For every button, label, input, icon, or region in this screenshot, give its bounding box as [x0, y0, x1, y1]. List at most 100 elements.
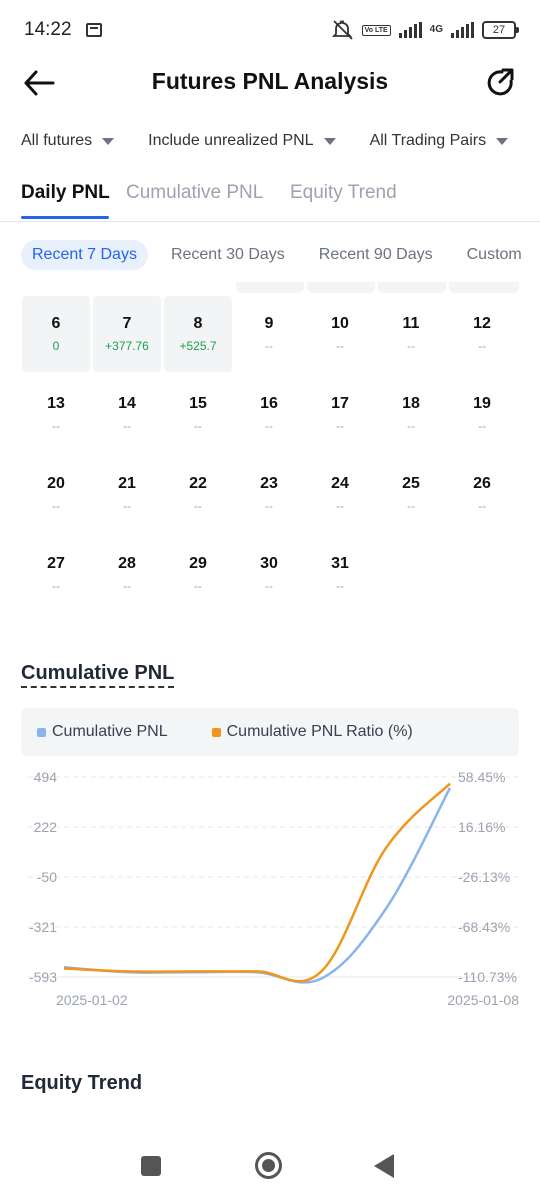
y-right-tick-label: -26.13%: [458, 869, 510, 885]
filter-unrealized-pnl[interactable]: Include unrealized PNL: [148, 132, 336, 150]
tab-equity-trend[interactable]: Equity Trend: [290, 182, 397, 204]
calendar-day-pnl: 0: [52, 339, 60, 353]
calendar-day-number: 9: [264, 315, 274, 332]
filter-trading-pairs[interactable]: All Trading Pairs: [370, 132, 509, 150]
calendar-day-number: 19: [473, 395, 491, 412]
filter-label: Include unrealized PNL: [148, 132, 314, 149]
calendar-day-cell[interactable]: 17 --: [306, 376, 374, 452]
legend-item-cumulative-pnl-ratio[interactable]: Cumulative PNL Ratio (%): [211, 723, 413, 741]
calendar-day-cell[interactable]: 14 --: [93, 376, 161, 452]
calendar-day-number: 15: [189, 395, 207, 412]
calendar-day-cell[interactable]: 28 --: [93, 536, 161, 612]
calendar-day-pnl: --: [478, 419, 486, 433]
calendar-day-cell[interactable]: 20 --: [22, 456, 90, 532]
calendar-day-pnl: --: [52, 419, 60, 433]
chart-legend: Cumulative PNL Cumulative PNL Ratio (%): [21, 708, 519, 756]
calendar-day-number: 29: [189, 555, 207, 572]
recents-icon[interactable]: [141, 1156, 161, 1176]
calendar-day-cell[interactable]: 60: [22, 296, 90, 372]
calendar-day-pnl: +377.76: [105, 339, 149, 353]
tab-cumulative-pnl[interactable]: Cumulative PNL: [126, 182, 263, 204]
range-recent-90-days[interactable]: Recent 90 Days: [308, 240, 444, 270]
y-left-tick-label: 494: [34, 769, 58, 785]
legend-swatch: [37, 727, 46, 737]
calendar-day-pnl: --: [265, 579, 273, 593]
calendar-day-number: 22: [189, 475, 207, 492]
filter-futures[interactable]: All futures: [21, 132, 115, 150]
y-right-tick-label: -110.73%: [458, 969, 517, 985]
range-selector: Recent 7 Days Recent 30 Days Recent 90 D…: [21, 240, 540, 270]
range-recent-7-days[interactable]: Recent 7 Days: [21, 240, 148, 270]
calendar-day-cell[interactable]: 31 --: [306, 536, 374, 612]
calendar-day-number: 27: [47, 555, 65, 572]
calendar-day-cell[interactable]: 25 --: [377, 456, 445, 532]
calendar-day-cell[interactable]: 10 --: [306, 296, 374, 372]
calendar-day-number: 18: [402, 395, 420, 412]
calendar-day-pnl: --: [407, 499, 415, 513]
calendar-day-pnl: --: [407, 419, 415, 433]
signal-icon-2: [451, 22, 474, 38]
calendar-day-number: 6: [51, 315, 61, 332]
calendar-day-pnl: --: [194, 419, 202, 433]
y-right-tick-label: -68.43%: [458, 919, 510, 935]
tab-daily-pnl[interactable]: Daily PNL: [21, 182, 110, 204]
calendar-day-number: 10: [331, 315, 349, 332]
calendar-day-pnl: --: [265, 419, 273, 433]
caret-down-icon: [496, 137, 509, 145]
home-icon[interactable]: [255, 1152, 282, 1179]
calendar-day-number: 7: [122, 315, 132, 332]
calendar-day-cell[interactable]: 24 --: [306, 456, 374, 532]
share-icon[interactable]: [484, 66, 516, 98]
tab-active-indicator: [21, 216, 109, 219]
cumulative-pnl-chart[interactable]: 494 58.45% 222 16.16% -50 -26.13% -321 -68.43% -…: [0, 760, 540, 1020]
calendar-day-cell[interactable]: 23 --: [235, 456, 303, 532]
calendar-day-pnl: --: [265, 339, 273, 353]
calendar-day-cell[interactable]: 18 --: [377, 376, 445, 452]
calendar-day-cell[interactable]: 19 --: [448, 376, 516, 452]
calendar-day-cell[interactable]: 7 +377.76: [93, 296, 161, 372]
calendar-day-cell[interactable]: 12 --: [448, 296, 516, 372]
calendar-day-pnl: --: [336, 339, 344, 353]
calendar-day-pnl: --: [265, 499, 273, 513]
caret-down-icon: [323, 137, 336, 145]
calendar-day-pnl: --: [194, 579, 202, 593]
calendar-day-cell[interactable]: 21 --: [93, 456, 161, 532]
range-custom[interactable]: Custom: [456, 240, 533, 270]
battery-icon: 27: [482, 21, 519, 39]
series-line-cumulative-pnl: [63, 787, 452, 984]
calendar-day-cell[interactable]: 8 +525.7: [164, 296, 232, 372]
calendar-day-cell[interactable]: 9 --: [235, 296, 303, 372]
calendar-day-pnl: --: [336, 579, 344, 593]
calendar-day-pnl: --: [194, 499, 202, 513]
calendar-day-cell[interactable]: 13 --: [22, 376, 90, 452]
range-recent-30-days[interactable]: Recent 30 Days: [160, 240, 296, 270]
calendar-day-pnl: --: [123, 579, 131, 593]
calendar-day-cell[interactable]: 29 --: [164, 536, 232, 612]
calendar-day-number: 14: [118, 395, 136, 412]
y-right-tick-label: 16.16%: [458, 819, 505, 835]
calendar-day-cell[interactable]: 22 --: [164, 456, 232, 532]
calendar-day-pnl: --: [478, 339, 486, 353]
calendar-day-pnl: --: [478, 499, 486, 513]
calendar-day-cell[interactable]: 30 --: [235, 536, 303, 612]
calendar-day-number: 21: [118, 475, 136, 492]
network-type: 4G: [429, 24, 443, 35]
calendar-ghost-cell: [378, 282, 446, 293]
calendar-notification-icon: [85, 23, 102, 37]
calendar-day-number: 25: [402, 475, 420, 492]
calendar-day-cell[interactable]: 26 --: [448, 456, 516, 532]
calendar-day-pnl: --: [336, 419, 344, 433]
y-right-tick-label: 58.45%: [458, 769, 505, 785]
calendar-day-cell[interactable]: 15 --: [164, 376, 232, 452]
header: Futures PNL Analysis: [0, 60, 540, 106]
calendar-day-cell[interactable]: 27 --: [22, 536, 90, 612]
legend-item-cumulative-pnl[interactable]: Cumulative PNL: [37, 723, 168, 741]
calendar-day-pnl: --: [123, 419, 131, 433]
status-icons: Vo LTE 4G 27: [331, 20, 519, 40]
calendar-day-number: 23: [260, 475, 278, 492]
system-nav-bar: [0, 1140, 540, 1190]
calendar-day-cell[interactable]: 11 --: [377, 296, 445, 372]
status-time: 14:22: [24, 19, 72, 40]
back-icon[interactable]: [374, 1154, 394, 1178]
calendar-day-cell[interactable]: 16 --: [235, 376, 303, 452]
